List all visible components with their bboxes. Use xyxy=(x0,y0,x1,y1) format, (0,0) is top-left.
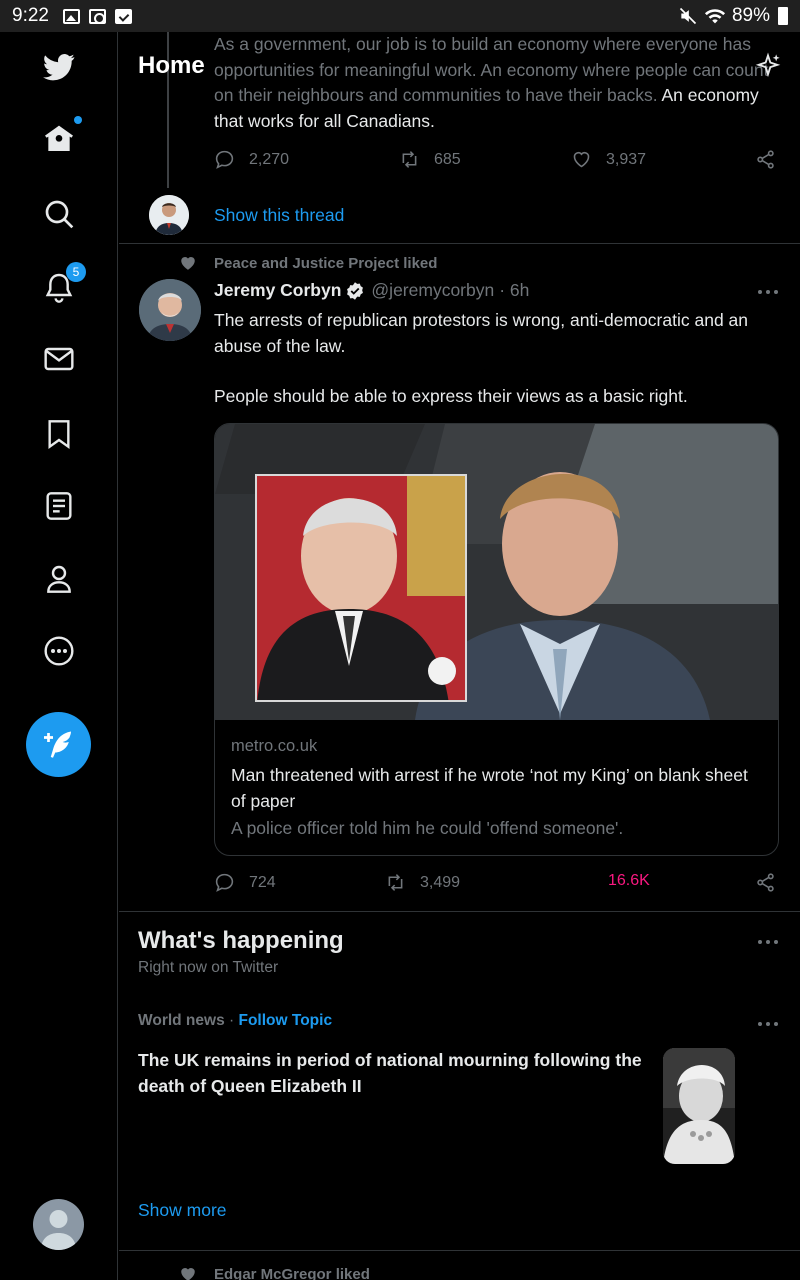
divider xyxy=(119,911,800,912)
cast-icon xyxy=(88,8,106,24)
messages-icon[interactable] xyxy=(38,338,80,380)
reply-icon xyxy=(215,873,234,892)
page-title: Home xyxy=(138,52,205,79)
divider xyxy=(119,243,800,244)
share-icon xyxy=(757,150,774,169)
wifi-icon xyxy=(704,9,726,24)
share-icon xyxy=(757,873,774,892)
previous-tweet-text[interactable]: As a government, our job is to build an … xyxy=(214,32,784,134)
retweet-icon xyxy=(388,874,403,891)
lists-icon[interactable] xyxy=(38,485,80,527)
home-new-dot xyxy=(74,116,82,124)
author-handle[interactable]: @jeremycorbyn xyxy=(371,280,494,301)
retweet-count: 685 xyxy=(434,150,461,168)
retweet-icon xyxy=(402,151,417,168)
home-icon[interactable] xyxy=(38,116,82,160)
verified-icon xyxy=(347,281,364,300)
liked-by-label: Peace and Justice Project liked xyxy=(214,254,438,272)
tweet-actions: 724 3,499 16.6K xyxy=(214,872,784,896)
trend-meta: World news · Follow Topic xyxy=(138,1012,332,1030)
notifications-icon[interactable]: 5 xyxy=(38,262,86,308)
follow-topic-link[interactable]: Follow Topic xyxy=(239,1012,333,1029)
account-avatar[interactable] xyxy=(33,1199,84,1250)
trend-title[interactable]: The UK remains in period of national mou… xyxy=(138,1048,643,1099)
reply-button[interactable]: 2,270 xyxy=(214,149,289,170)
author-avatar[interactable] xyxy=(139,279,201,341)
mute-icon xyxy=(679,7,697,25)
notifications-badge: 5 xyxy=(66,262,86,282)
share-button[interactable] xyxy=(755,149,776,170)
compose-feather-icon xyxy=(43,731,71,758)
profile-icon[interactable] xyxy=(38,558,80,600)
check-icon xyxy=(114,8,132,24)
thread-author-avatar[interactable] xyxy=(149,195,189,235)
like-count: 16.6K xyxy=(608,872,650,889)
tweet-header: Jeremy Corbyn @jeremycorbyn · 6h xyxy=(214,280,529,301)
tweet-text[interactable]: The arrests of republican protestors is … xyxy=(214,308,784,410)
sparkle-icon[interactable] xyxy=(754,52,782,80)
social-context[interactable]: Peace and Justice Project liked xyxy=(179,254,437,272)
retweet-button[interactable]: 3,499 xyxy=(385,872,460,893)
retweet-count: 3,499 xyxy=(420,873,461,891)
share-button[interactable] xyxy=(755,872,776,893)
reply-count: 724 xyxy=(249,873,276,891)
previous-tweet-actions: 2,270 685 3,937 xyxy=(214,149,784,173)
status-time: 9:22 xyxy=(12,5,49,26)
divider xyxy=(119,1250,800,1251)
link-card[interactable]: metro.co.uk Man threatened with arrest i… xyxy=(214,423,779,856)
heart-icon xyxy=(573,152,590,168)
heart-filled-icon xyxy=(181,1268,195,1280)
reply-button[interactable]: 724 xyxy=(214,872,276,893)
like-button[interactable]: 3,937 xyxy=(571,149,646,170)
next-liked-by-label: Edgar McGregor liked xyxy=(214,1265,370,1280)
retweet-button[interactable]: 685 xyxy=(399,149,461,170)
gallery-icon xyxy=(62,8,80,24)
card-inset-drawing xyxy=(257,476,465,700)
reply-count: 2,270 xyxy=(249,150,290,168)
tweet-time[interactable]: · 6h xyxy=(499,280,529,301)
link-card-title: Man threatened with arrest if he wrote ‘… xyxy=(231,765,748,811)
whats-happening-subtitle: Right now on Twitter xyxy=(138,959,279,976)
heart-filled-icon xyxy=(181,257,195,270)
bookmarks-icon[interactable] xyxy=(38,413,80,455)
battery-icon xyxy=(778,7,788,25)
link-card-description: A police officer told him he could 'offe… xyxy=(231,818,624,838)
show-more-link[interactable]: Show more xyxy=(138,1200,227,1221)
next-social-context[interactable]: Edgar McGregor liked xyxy=(179,1265,370,1280)
trend-separator: · xyxy=(229,1012,235,1029)
like-button[interactable]: 16.6K xyxy=(608,872,650,890)
tweet-text-paragraph-2: People should be able to express their v… xyxy=(214,386,688,406)
battery-percent: 89% xyxy=(731,5,770,26)
compose-button[interactable] xyxy=(26,712,91,777)
twitter-logo-icon[interactable] xyxy=(38,46,80,88)
trend-category: World news xyxy=(138,1012,225,1029)
like-count: 3,937 xyxy=(606,150,647,168)
status-bar: 9:22 89% xyxy=(0,0,800,32)
show-thread-link[interactable]: Show this thread xyxy=(214,205,344,226)
tweet-text-paragraph-1: The arrests of republican protestors is … xyxy=(214,310,749,356)
link-card-image xyxy=(215,424,778,720)
status-right: 89% xyxy=(678,5,788,27)
timeline: As a government, our job is to build an … xyxy=(119,32,800,1280)
whats-happening-more-icon[interactable] xyxy=(756,937,780,947)
tweet-more-icon[interactable] xyxy=(756,287,780,297)
sidebar: 5 xyxy=(0,32,118,1280)
trend-image[interactable] xyxy=(663,1048,735,1164)
trend-more-icon[interactable] xyxy=(756,1019,780,1029)
reply-icon xyxy=(215,150,234,169)
link-card-domain: metro.co.uk xyxy=(231,737,318,755)
card-inset-photo xyxy=(255,474,467,702)
author-name[interactable]: Jeremy Corbyn xyxy=(214,280,341,301)
whats-happening-title: What's happening xyxy=(138,927,344,954)
trend-image-drawing xyxy=(663,1048,735,1164)
search-icon[interactable] xyxy=(38,193,80,235)
more-icon[interactable] xyxy=(38,630,80,672)
